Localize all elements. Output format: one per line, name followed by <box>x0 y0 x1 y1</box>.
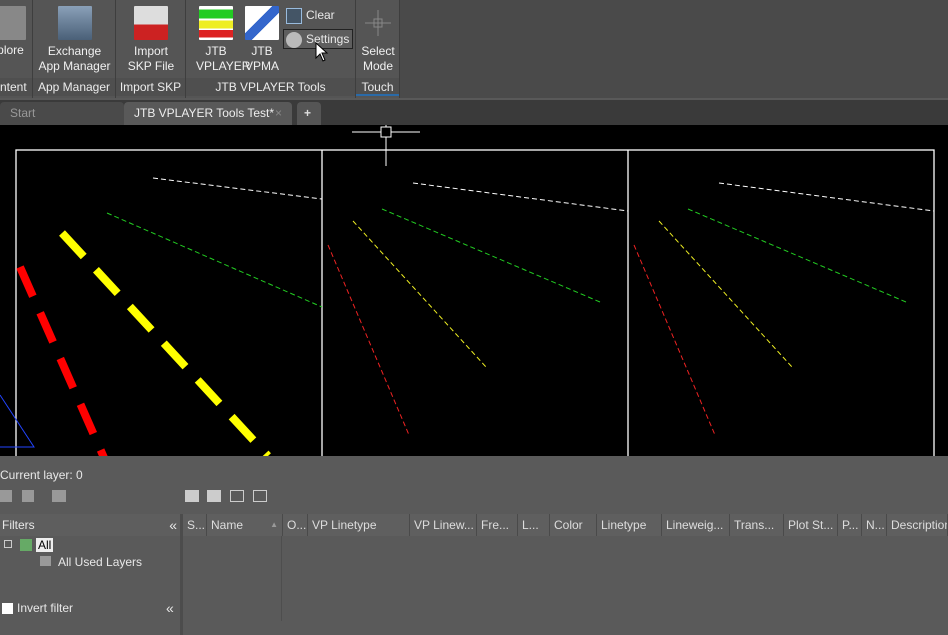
column-divider <box>281 536 282 621</box>
tree-collapse-icon[interactable] <box>4 540 12 548</box>
new-layer-vp-frozen-icon[interactable] <box>207 490 221 502</box>
tab-start[interactable]: Start <box>0 102 124 125</box>
column-vp-lineweight[interactable]: VP Linew... <box>410 514 477 536</box>
new-tab-button[interactable]: + <box>297 102 321 125</box>
filter-all[interactable]: All <box>36 538 54 552</box>
column-description[interactable]: Description <box>887 514 948 536</box>
column-on[interactable]: O... <box>283 514 308 536</box>
jtb-vplayer-tools-panel: JTB VPLAYER JTB VPMA Clear Settings JTB … <box>186 0 356 98</box>
layers-icon <box>199 6 233 40</box>
yellow-line <box>59 230 271 459</box>
clear-layers-icon <box>286 8 302 24</box>
new-property-filter-icon[interactable] <box>0 490 12 502</box>
layers-brush-icon <box>245 6 279 40</box>
drawing-canvas[interactable] <box>0 125 948 462</box>
layer-states-manager-icon[interactable] <box>52 490 66 502</box>
collapse-filters-button[interactable]: « <box>169 514 177 536</box>
collapse-bottom-button[interactable]: « <box>166 600 174 616</box>
app-manager-panel: Exchange App Manager App Manager <box>33 0 116 98</box>
tab-drawing[interactable]: JTB VPLAYER Tools Test* × <box>124 102 292 125</box>
column-plot[interactable]: P... <box>838 514 862 536</box>
explore-button[interactable]: plore <box>0 0 33 58</box>
viewport-3 <box>633 182 935 436</box>
viewport-borders <box>15 149 935 461</box>
import-skp-panel: Import SKP File Import SKP <box>116 0 186 98</box>
exchange-icon <box>57 6 92 40</box>
new-layer-icon[interactable] <box>185 490 199 502</box>
ribbon: plore ntent Exchange App Manager App Man… <box>0 0 948 98</box>
content-panel: plore ntent <box>0 0 33 98</box>
binoculars-icon <box>0 6 26 40</box>
invert-filter-checkbox[interactable] <box>2 603 13 614</box>
red-line <box>327 244 410 436</box>
sort-ascending-icon: ▲ <box>270 520 278 529</box>
current-layer-label: Current layer: 0 <box>0 468 83 482</box>
column-transparency[interactable]: Trans... <box>730 514 784 536</box>
viewport-1 <box>0 177 323 462</box>
blue-shape <box>0 394 35 448</box>
settings-gear-icon <box>286 32 302 48</box>
filter-tree-icon <box>20 539 32 551</box>
column-freeze[interactable]: Fre... <box>477 514 518 536</box>
exchange-app-manager-button[interactable]: Exchange App Manager <box>33 0 116 74</box>
jtb-vplayer-button[interactable]: JTB VPLAYER <box>192 0 250 74</box>
viewport-frame <box>15 149 935 461</box>
clear-button[interactable]: Clear <box>284 6 354 26</box>
file-tabs: Start JTB VPLAYER Tools Test* × + <box>0 100 948 125</box>
filters-header: Filters « <box>0 514 182 536</box>
column-new-vp-freeze[interactable]: N... <box>862 514 887 536</box>
drawing-svg <box>0 125 935 462</box>
red-line <box>16 265 109 462</box>
filter-icon <box>40 556 51 566</box>
green-line <box>106 212 323 308</box>
column-name[interactable]: Name ▲ <box>207 514 283 536</box>
yellow-line <box>352 220 487 368</box>
crosshair-icon <box>361 6 395 40</box>
close-tab-icon[interactable]: × <box>275 102 282 125</box>
column-plot-style[interactable]: Plot St... <box>784 514 838 536</box>
column-status[interactable]: S... <box>183 514 207 536</box>
skp-file-icon <box>134 6 168 40</box>
import-skp-button[interactable]: Import SKP File <box>116 0 186 74</box>
filter-all-used-layers[interactable]: All Used Layers <box>58 555 142 569</box>
invert-filter-label: Invert filter <box>17 601 74 615</box>
crosshair-cursor <box>352 125 420 166</box>
layer-properties-manager: Current layer: 0 Filters « All All Used … <box>0 456 948 635</box>
white-line <box>412 182 629 212</box>
mouse-cursor-icon <box>315 42 329 62</box>
delete-layer-icon[interactable] <box>230 490 244 502</box>
column-color[interactable]: Color <box>550 514 597 536</box>
column-lock[interactable]: L... <box>518 514 550 536</box>
select-mode-button[interactable]: Select Mode <box>356 0 400 74</box>
jtb-vpma-button[interactable]: JTB VPMA <box>240 0 284 74</box>
viewport-2 <box>327 182 629 436</box>
column-linetype[interactable]: Linetype <box>597 514 662 536</box>
yellow-line <box>658 220 793 368</box>
touch-panel: Select Mode Touch <box>356 0 400 98</box>
white-line <box>718 182 935 212</box>
set-current-icon[interactable] <box>253 490 267 502</box>
column-vp-linetype[interactable]: VP Linetype <box>308 514 410 536</box>
new-group-filter-icon[interactable] <box>22 490 34 502</box>
red-line <box>633 244 716 436</box>
column-lineweight[interactable]: Lineweig... <box>662 514 730 536</box>
white-line <box>152 177 323 200</box>
